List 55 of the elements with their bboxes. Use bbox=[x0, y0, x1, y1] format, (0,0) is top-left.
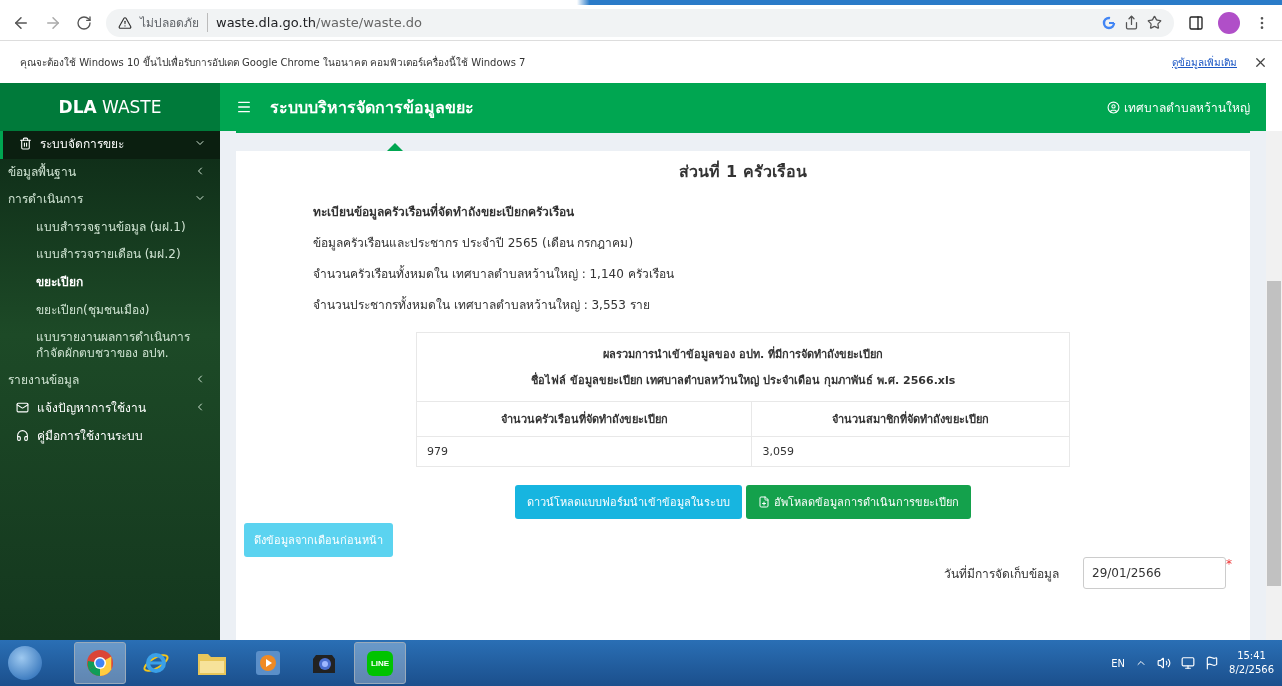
table-cell: 3,059 bbox=[751, 436, 1070, 467]
info-line: ข้อมูลครัวเรือนและประชากร ประจำปี 2565 (เดือน กรกฎาคม) bbox=[313, 235, 635, 252]
share-icon[interactable] bbox=[1124, 15, 1139, 30]
sidebar-item[interactable]: การดำเนินการ bbox=[0, 186, 220, 214]
sidebar-item[interactable]: แจ้งปัญหาการใช้งาน bbox=[0, 394, 220, 423]
file-plus-icon bbox=[758, 496, 770, 508]
info-line: จำนวนครัวเรือนทั้งหมดใน เทศบาลตำบลหว้านใหญ่ : 1,140 ครัวเรือน bbox=[313, 264, 675, 283]
brand-logo[interactable]: DLA WASTE bbox=[0, 83, 220, 131]
chrome-icon bbox=[86, 649, 114, 677]
sidebar-item[interactable]: ข้อมูลพื้นฐาน bbox=[0, 158, 220, 187]
trash-icon bbox=[19, 137, 32, 150]
sidebar-item[interactable]: รายงานข้อมูล bbox=[0, 367, 220, 395]
speaker-icon[interactable] bbox=[1157, 656, 1172, 670]
learn-more-link[interactable]: ดูข้อมูลเพิ่มเติม bbox=[1172, 54, 1237, 70]
user-icon bbox=[1107, 100, 1120, 114]
sidebar-item[interactable]: แบบสำรวจรายเดือน (มฝ.2) bbox=[0, 241, 220, 269]
sidebar-item[interactable]: ขยะเปียก(ชุมชนเมือง) bbox=[0, 296, 220, 325]
table-title-cell: ผลรวมการนำเข้าข้อมูลของ อปท. ที่มีการจัดทำถังขยะเปียก ชื่อไฟล์ ข้อมูลขยะเปียก เทศบาลตำบลหว้านใหญ่ ประจำเดือน กุมภาพันธ์ พ.ศ. 2566.xls bbox=[416, 332, 1070, 402]
infobar-message: คุณจะต้องใช้ Windows 10 ขึ้นไปเพื่อรับการอัปเดต Google Chrome ในอนาคต คอมพิวเตอร์เครื่องนี้ใช้ Windows 7 bbox=[20, 54, 527, 70]
taskbar-app[interactable] bbox=[74, 642, 126, 684]
app-title: ระบบบริหารจัดการข้อมูลขยะ bbox=[270, 96, 475, 120]
date-label: วันที่มีการจัดเก็บข้อมูล bbox=[944, 564, 1059, 583]
url-host: waste.dla.go.th bbox=[216, 15, 316, 30]
star-icon[interactable] bbox=[1147, 15, 1162, 30]
column-header: จำนวนครัวเรือนที่จัดทำถังขยะเปียก bbox=[416, 401, 752, 437]
media-player-icon bbox=[255, 650, 281, 676]
info-line: จำนวนประชากรทั้งหมดใน เทศบาลตำบลหว้านใหญ่ : 3,553 ราย bbox=[313, 295, 651, 314]
sidebar-item[interactable]: ขยะเปียก bbox=[0, 268, 220, 297]
security-label: ไม่ปลอดภัย bbox=[140, 13, 208, 32]
section-title: ส่วนที่ 1 ครัวเรือน bbox=[678, 159, 808, 183]
envelope-icon bbox=[16, 400, 29, 414]
sidebar-item[interactable]: คู่มือการใช้งานระบบ bbox=[0, 422, 220, 451]
required-icon: * bbox=[1226, 557, 1232, 571]
reload-icon[interactable] bbox=[76, 14, 92, 31]
table-cell: 979 bbox=[416, 436, 752, 467]
language-indicator[interactable]: EN bbox=[1111, 657, 1126, 669]
google-icon[interactable] bbox=[1102, 15, 1116, 30]
menu-icon[interactable] bbox=[236, 99, 252, 115]
url-path: /waste/waste.do bbox=[316, 15, 423, 30]
column-header: จำนวนสมาชิกที่จัดทำถังขยะเปียก bbox=[751, 401, 1070, 437]
sidebar-item[interactable]: ระบบจัดการขยะ bbox=[0, 131, 220, 159]
network-icon[interactable] bbox=[1181, 656, 1196, 670]
warning-icon bbox=[118, 15, 132, 30]
date-field[interactable]: 29/01/2566 bbox=[1083, 557, 1226, 589]
scrollbar[interactable] bbox=[1266, 131, 1282, 640]
clock[interactable]: 15:41 8/2/2566 bbox=[1229, 649, 1274, 677]
address-bar[interactable]: ไม่ปลอดภัย waste.dla.go.th/waste/waste.do bbox=[106, 8, 1174, 37]
sidebar-item[interactable]: แบบสำรวจฐานข้อมูล (มฝ.1) bbox=[0, 213, 220, 242]
sidebar-item[interactable]: แบบรายงานผลการดำเนินการกำจัดผักตบชวาของ อปท. bbox=[0, 324, 220, 368]
profile-avatar[interactable] bbox=[1218, 11, 1240, 34]
flag-icon[interactable] bbox=[1205, 656, 1220, 670]
start-button[interactable] bbox=[8, 646, 42, 680]
headset-icon bbox=[16, 428, 29, 442]
side-panel-icon[interactable] bbox=[1188, 14, 1204, 31]
heading: ทะเบียนข้อมูลครัวเรือนที่จัดทำถังขยะเปียกครัวเรือน bbox=[313, 202, 575, 221]
